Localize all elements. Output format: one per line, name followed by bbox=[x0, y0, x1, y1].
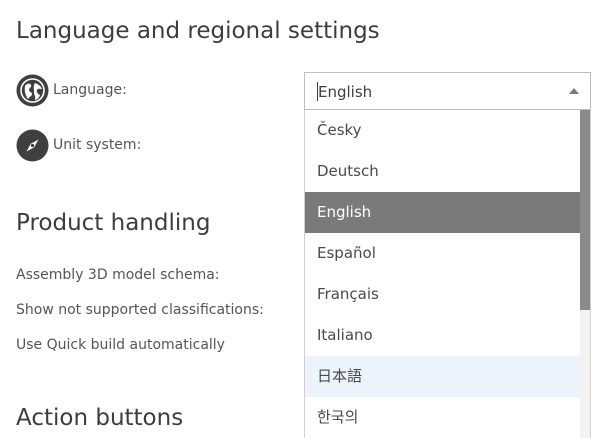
unit-system-label: Unit system: bbox=[53, 137, 142, 153]
assembly-3d-model-schema-label: Assembly 3D model schema: bbox=[16, 267, 220, 283]
options-scrollbar-track[interactable] bbox=[580, 110, 590, 438]
show-not-supported-classifications-label: Show not supported classifications: bbox=[16, 302, 264, 318]
language-select[interactable]: English bbox=[304, 72, 591, 110]
options-scrollbar-thumb[interactable] bbox=[580, 110, 590, 310]
language-option[interactable]: Français bbox=[305, 274, 580, 315]
language-option[interactable]: Italiano bbox=[305, 315, 580, 356]
language-setting-row: Language: bbox=[16, 74, 127, 106]
language-options-list: Česky Deutsch English Español Français Italia… bbox=[304, 110, 591, 438]
language-option[interactable]: English bbox=[305, 192, 580, 233]
globe-icon bbox=[16, 74, 49, 107]
language-option[interactable]: Deutsch bbox=[305, 151, 580, 192]
language-option[interactable]: 한국의 bbox=[305, 397, 580, 438]
language-label: Language: bbox=[53, 82, 127, 98]
chevron-up-icon[interactable] bbox=[569, 88, 579, 94]
language-regional-heading: Language and regional settings bbox=[16, 18, 380, 44]
language-options-container: Česky Deutsch English Español Français Italia… bbox=[305, 110, 590, 438]
unit-system-setting-row: Unit system: bbox=[16, 129, 141, 161]
language-select-value: English bbox=[318, 83, 373, 101]
product-handling-heading: Product handling bbox=[16, 210, 211, 236]
use-quick-build-label: Use Quick build automatically bbox=[16, 337, 225, 353]
action-buttons-heading: Action buttons bbox=[16, 405, 184, 431]
compass-icon bbox=[16, 129, 49, 162]
language-option[interactable]: Español bbox=[305, 233, 580, 274]
language-option[interactable]: 日本語 bbox=[305, 356, 580, 397]
language-option[interactable]: Česky bbox=[305, 110, 580, 151]
